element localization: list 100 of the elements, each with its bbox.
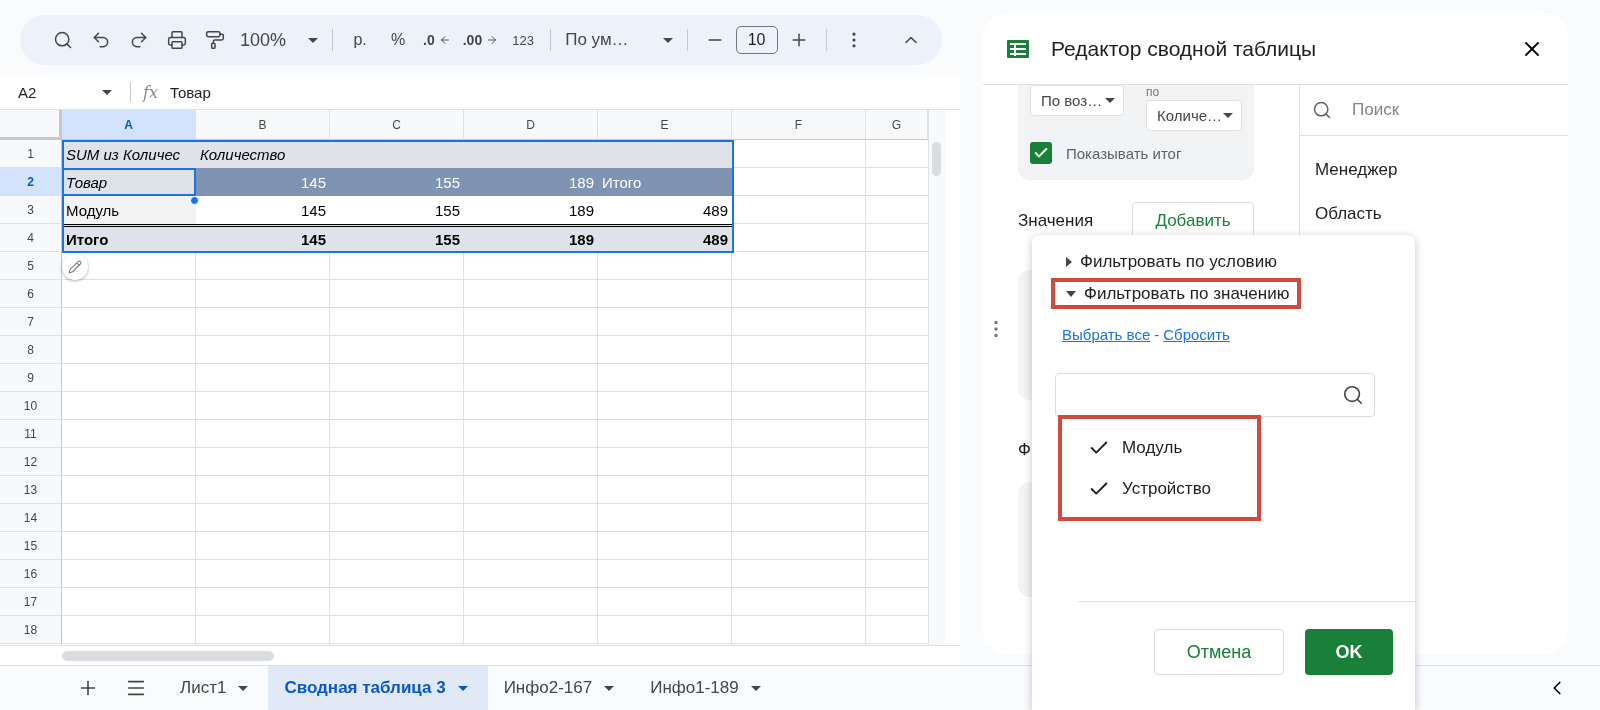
row-header[interactable]: 8: [0, 336, 62, 364]
value-search-field[interactable]: [1055, 373, 1375, 417]
search-icon[interactable]: [53, 30, 73, 50]
row-header[interactable]: 14: [0, 504, 62, 532]
number-format-button[interactable]: 123: [506, 24, 541, 56]
caret-icon: [604, 685, 615, 691]
table-cell: Итого: [598, 168, 732, 196]
filter-section[interactable]: Фильтровать по значению: [1051, 278, 1302, 309]
table-cell: 145: [196, 168, 330, 196]
row-header[interactable]: 4: [0, 224, 62, 252]
spreadsheet-icon: [1007, 39, 1029, 58]
table-cell: 155: [330, 224, 464, 252]
column-header[interactable]: F: [732, 110, 866, 140]
value-item[interactable]: Устройство: [1088, 468, 1257, 509]
table-cell: 155: [330, 168, 464, 196]
expanded-triangle-icon: [1066, 290, 1076, 297]
caret-icon: [750, 685, 761, 691]
scrollbar-thumb[interactable]: [62, 650, 274, 661]
row-header[interactable]: 18: [0, 616, 62, 644]
edit-button[interactable]: [62, 254, 88, 280]
redo-icon[interactable]: [129, 30, 149, 50]
font-size-field[interactable]: 10: [735, 26, 778, 54]
percent-button[interactable]: %: [381, 24, 416, 56]
formula-field[interactable]: Товар: [169, 83, 211, 101]
ok-button[interactable]: OK: [1305, 629, 1393, 675]
caret-icon: [457, 685, 468, 691]
row-header[interactable]: 10: [0, 392, 62, 420]
row-header[interactable]: 7: [0, 308, 62, 336]
sheet-tab[interactable]: Инфо2-167: [487, 665, 635, 710]
currency-button[interactable]: р.: [343, 24, 378, 56]
column-header[interactable]: B: [196, 110, 330, 140]
table-cell: 189: [464, 196, 598, 224]
row-header[interactable]: 13: [0, 476, 62, 504]
caret-icon: [308, 37, 319, 43]
caret-icon: [102, 89, 112, 95]
link-separator: -: [1154, 326, 1160, 343]
caret-icon: [1105, 98, 1115, 103]
table-cell: SUM из Количес: [62, 140, 196, 168]
caret-icon: [238, 685, 249, 691]
column-header[interactable]: D: [464, 110, 598, 140]
checkbox[interactable]: [1030, 142, 1052, 164]
column-header[interactable]: G: [866, 110, 928, 140]
search-icon: [1342, 384, 1364, 406]
row-header[interactable]: 12: [0, 448, 62, 476]
row-header[interactable]: 6: [0, 280, 62, 308]
table-cell: 145: [196, 196, 330, 224]
scrollbar-thumb[interactable]: [932, 142, 941, 176]
cancel-button[interactable]: Отмена: [1154, 629, 1284, 675]
arrow-right-icon: [486, 34, 499, 46]
checkbox-label: Показывать итог: [1066, 144, 1182, 162]
print-icon[interactable]: [167, 30, 187, 50]
caret-icon: [662, 37, 673, 43]
row-header[interactable]: 5: [0, 252, 62, 280]
sort-by-label: по: [1146, 85, 1161, 100]
sort-by-dropdown[interactable]: Количе…: [1146, 100, 1242, 131]
table-cell: 189: [464, 168, 598, 196]
row-header[interactable]: 3: [0, 196, 62, 224]
section-label: Ф: [1018, 440, 1031, 460]
table-cell: Товар: [62, 168, 196, 196]
pencil-icon: [68, 260, 82, 274]
row-header[interactable]: 15: [0, 532, 62, 560]
undo-icon[interactable]: [91, 30, 111, 50]
zoom-dropdown[interactable]: 100%: [236, 24, 323, 56]
select-all-link[interactable]: Выбрать все: [1062, 326, 1151, 343]
table-cell: Количество: [196, 140, 330, 168]
table-cell: 489: [598, 196, 732, 224]
caret-icon: [1223, 113, 1233, 118]
name-box[interactable]: A2: [18, 83, 124, 101]
fx-icon: fx: [143, 82, 158, 102]
table-cell: 489: [598, 224, 732, 252]
table-cell: 145: [196, 224, 330, 252]
value-item[interactable]: Модуль: [1088, 427, 1257, 468]
decrease-decimal-button[interactable]: .0: [419, 24, 455, 56]
column-header[interactable]: E: [598, 110, 732, 140]
row-header[interactable]: 16: [0, 560, 62, 588]
sheet-tab[interactable]: Сводная таблица 3: [268, 665, 488, 710]
sort-order-dropdown[interactable]: По воз…: [1030, 85, 1124, 116]
sheet-tab[interactable]: Инфо1-189: [634, 665, 781, 710]
collapsed-triangle-icon: [1066, 256, 1072, 267]
column-header[interactable]: A: [62, 110, 196, 140]
filter-section[interactable]: Фильтровать по условию: [1051, 246, 1289, 277]
field-item[interactable]: Менеджер: [1300, 148, 1568, 192]
fill-handle[interactable]: [190, 196, 199, 205]
table-cell: Модуль: [62, 196, 196, 224]
reset-link[interactable]: Сбросить: [1163, 326, 1230, 343]
increase-decimal-button[interactable]: .00: [458, 24, 503, 56]
section-label: Значения: [1018, 210, 1094, 231]
sheet-tab[interactable]: Лист1: [164, 665, 269, 710]
field-item[interactable]: Область: [1300, 192, 1568, 236]
row-header[interactable]: 17: [0, 588, 62, 616]
column-header[interactable]: C: [330, 110, 464, 140]
row-header[interactable]: 1: [0, 140, 62, 168]
row-header[interactable]: 2: [0, 168, 62, 196]
row-header[interactable]: 9: [0, 364, 62, 392]
paint-format-icon[interactable]: [205, 30, 225, 50]
font-dropdown[interactable]: По ум…: [561, 24, 677, 56]
table-cell: 155: [330, 196, 464, 224]
table-cell: Итого: [62, 224, 196, 252]
row-header[interactable]: 11: [0, 420, 62, 448]
arrow-left-icon: [438, 34, 451, 46]
